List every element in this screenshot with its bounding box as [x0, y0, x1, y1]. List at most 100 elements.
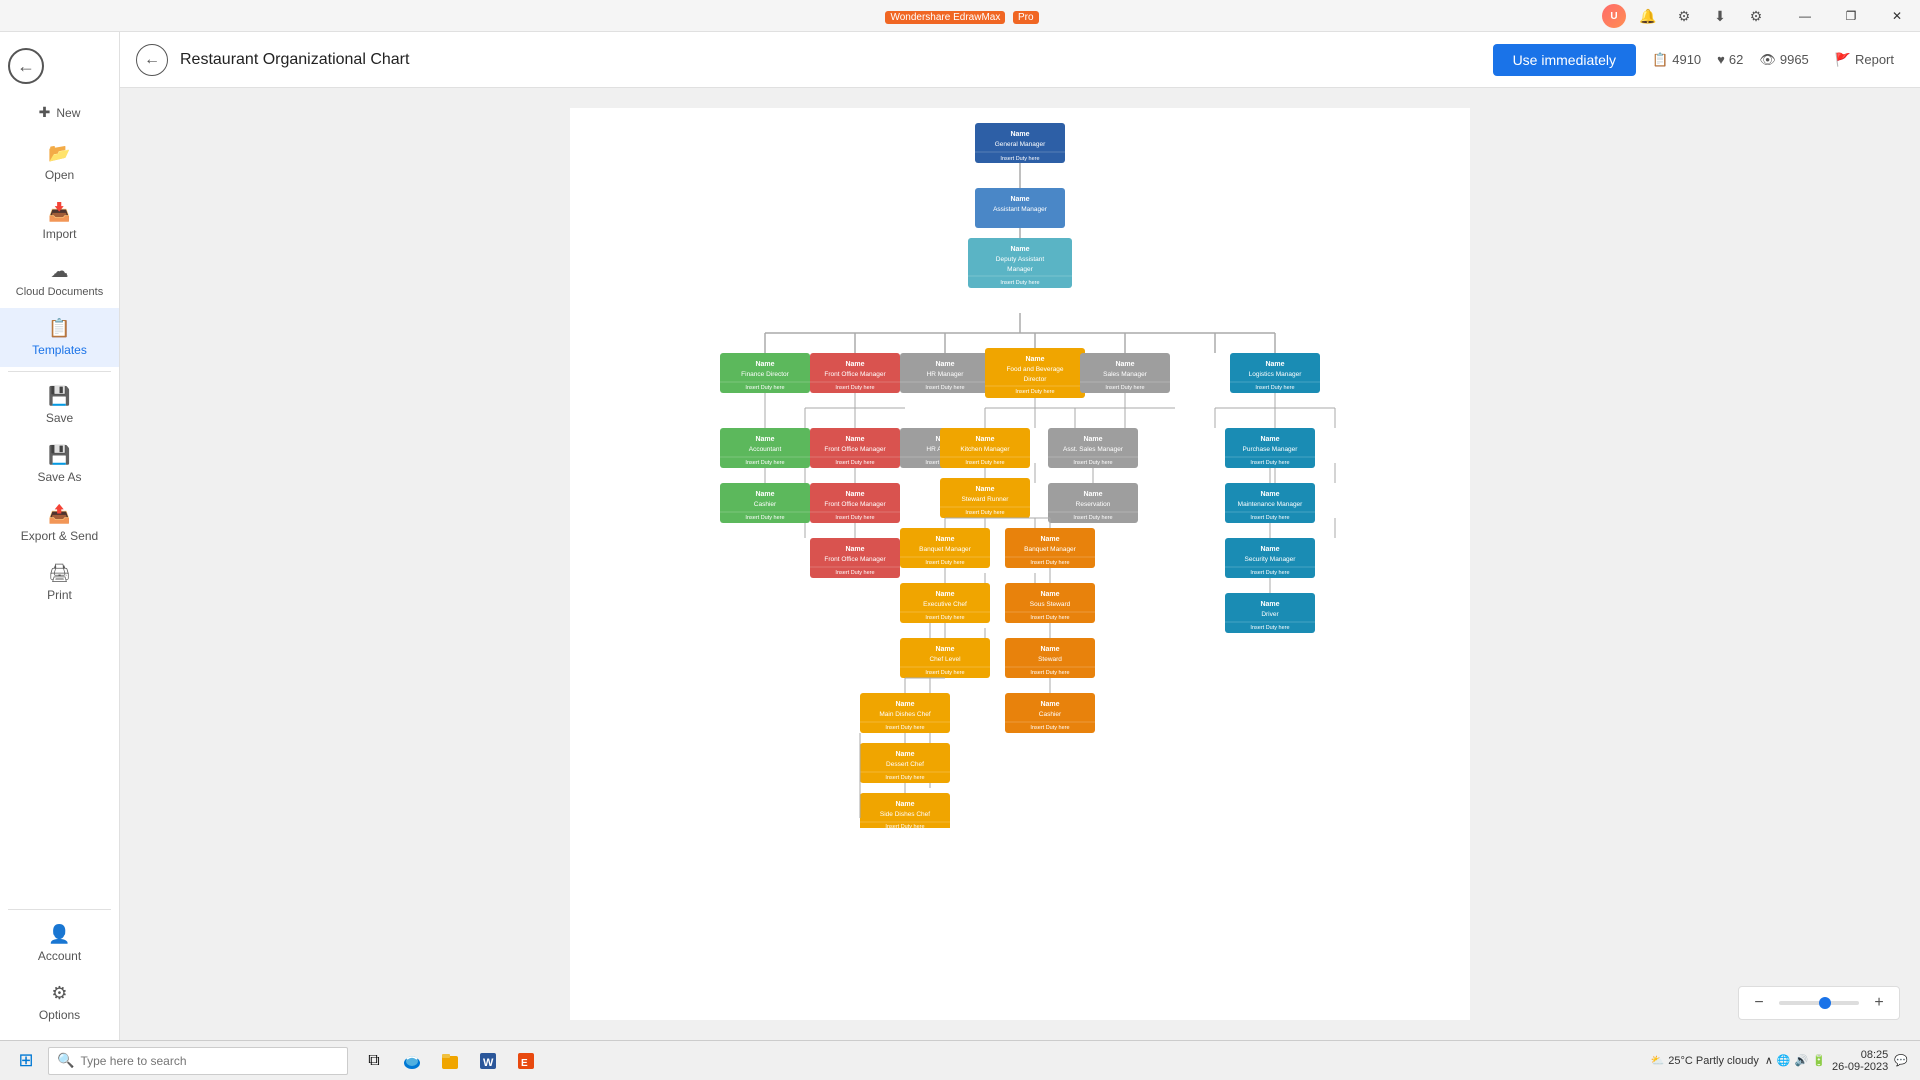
weather-icon: ⛅ [1651, 1054, 1665, 1067]
diagram-title: Restaurant Organizational Chart [180, 51, 1481, 69]
word-button[interactable]: W [470, 1043, 506, 1079]
sidebar-divider-2 [8, 909, 111, 910]
settings2-icon[interactable]: ⚙ [1742, 2, 1770, 30]
svg-text:Reservation: Reservation [1076, 501, 1111, 508]
topbar-back-button[interactable]: ← [136, 44, 168, 76]
svg-text:Deputy Assistant: Deputy Assistant [996, 256, 1045, 263]
zoom-out-button[interactable]: − [1747, 991, 1771, 1015]
svg-text:Insert Duty here: Insert Duty here [1000, 280, 1039, 286]
svg-text:Dessert Chef: Dessert Chef [886, 761, 924, 768]
svg-text:Name: Name [975, 436, 994, 443]
svg-text:Insert Duty here: Insert Duty here [1250, 625, 1289, 631]
svg-text:Name: Name [1010, 131, 1029, 138]
svg-text:Insert Duty here: Insert Duty here [1030, 670, 1069, 676]
svg-text:Front Office Manager: Front Office Manager [824, 446, 886, 453]
export-icon: 📤 [48, 504, 70, 525]
svg-text:Insert Duty here: Insert Duty here [925, 560, 964, 566]
weather-info: ⛅ 25°C Partly cloudy [1651, 1054, 1759, 1067]
svg-text:Logistics Manager: Logistics Manager [1249, 371, 1303, 378]
svg-text:General Manager: General Manager [995, 141, 1046, 148]
templates-icon: 📋 [48, 318, 70, 339]
svg-text:Front Office Manager: Front Office Manager [824, 371, 886, 378]
back-arrow-icon: ← [144, 51, 160, 69]
sidebar: ← ✚ New 📂 Open 📥 Import ☁ Cloud Document… [0, 32, 120, 1040]
svg-text:Cashier: Cashier [754, 501, 777, 508]
topbar: ← Restaurant Organizational Chart Use im… [120, 32, 1920, 88]
taskbar-search-box[interactable]: 🔍 [48, 1047, 348, 1075]
notifications-icon[interactable]: 💬 [1894, 1054, 1908, 1067]
svg-text:Insert Duty here: Insert Duty here [1250, 570, 1289, 576]
clock-time: 08:25 [1832, 1049, 1888, 1061]
sidebar-item-open[interactable]: 📂 Open [0, 133, 119, 192]
titlebar-icons: U 🔔 ⚙ ⬇ ⚙ [1602, 0, 1780, 32]
back-button-sidebar[interactable]: ← [0, 40, 52, 92]
explorer-button[interactable] [432, 1043, 468, 1079]
up-arrow-icon[interactable]: ∧ [1765, 1054, 1773, 1067]
zoom-slider[interactable] [1779, 1001, 1859, 1005]
network-icon[interactable]: 🌐 [1777, 1054, 1791, 1067]
taskview-button[interactable]: ⧉ [356, 1043, 392, 1079]
saveas-icon: 💾 [48, 445, 70, 466]
svg-text:Name: Name [1010, 196, 1029, 203]
start-button[interactable]: ⊞ [8, 1043, 44, 1079]
svg-text:Cashier: Cashier [1039, 711, 1062, 718]
diagram-canvas[interactable]: Name General Manager Insert Duty here Na… [570, 108, 1470, 1020]
download-icon[interactable]: ⬇ [1706, 2, 1734, 30]
use-immediately-button[interactable]: Use immediately [1493, 44, 1636, 76]
search-icon: 🔍 [57, 1052, 74, 1069]
svg-text:Insert Duty here: Insert Duty here [1015, 389, 1054, 395]
sidebar-item-cloud[interactable]: ☁ Cloud Documents [0, 251, 119, 308]
minimize-button[interactable]: — [1782, 0, 1828, 32]
settings-icon[interactable]: ⚙ [1670, 2, 1698, 30]
svg-text:Driver: Driver [1261, 611, 1279, 618]
zoom-in-button[interactable]: + [1867, 991, 1891, 1015]
svg-text:Banquet Manager: Banquet Manager [919, 546, 972, 553]
account-icon: 👤 [48, 924, 70, 945]
search-input[interactable] [80, 1054, 339, 1068]
svg-text:Insert Duty here: Insert Duty here [925, 615, 964, 621]
svg-text:Name: Name [1083, 436, 1102, 443]
sidebar-item-print[interactable]: 🖨 Print [0, 553, 119, 612]
sidebar-item-options[interactable]: ⚙ Options [0, 973, 119, 1032]
sidebar-item-templates[interactable]: 📋 Templates [0, 308, 119, 367]
pro-badge: Pro [1013, 11, 1039, 24]
svg-text:Name: Name [755, 491, 774, 498]
sidebar-item-save[interactable]: 💾 Save [0, 376, 119, 435]
close-button[interactable]: ✕ [1874, 0, 1920, 32]
battery-icon[interactable]: 🔋 [1812, 1054, 1826, 1067]
svg-text:Name: Name [755, 361, 774, 368]
window-controls[interactable]: — ❐ ✕ [1782, 0, 1920, 32]
report-button[interactable]: 🚩 Report [1825, 46, 1904, 74]
notification-icon[interactable]: 🔔 [1634, 2, 1662, 30]
app-title: Wondershare EdrawMax Pro [881, 8, 1038, 23]
restore-button[interactable]: ❐ [1828, 0, 1874, 32]
svg-text:Food and Beverage: Food and Beverage [1006, 366, 1063, 373]
edge-button[interactable] [394, 1043, 430, 1079]
svg-text:Name: Name [1260, 601, 1279, 608]
svg-text:Name: Name [935, 591, 954, 598]
sidebar-divider-1 [8, 371, 111, 372]
volume-icon[interactable]: 🔊 [1795, 1054, 1809, 1067]
edraw-icon: E [516, 1051, 536, 1071]
sidebar-item-import[interactable]: 📥 Import [0, 192, 119, 251]
svg-text:Name: Name [1115, 361, 1134, 368]
sidebar-new-label: New [56, 106, 80, 120]
sidebar-item-export[interactable]: 📤 Export & Send [0, 494, 119, 553]
svg-text:Insert Duty here: Insert Duty here [1250, 515, 1289, 521]
svg-text:Name: Name [935, 361, 954, 368]
svg-text:Insert Duty here: Insert Duty here [1255, 385, 1294, 391]
svg-text:Manager: Manager [1007, 266, 1033, 273]
sidebar-item-new[interactable]: ✚ New [0, 92, 119, 133]
back-circle-icon[interactable]: ← [8, 48, 44, 84]
edraw-taskbar-button[interactable]: E [508, 1043, 544, 1079]
zoom-slider-thumb[interactable] [1819, 997, 1831, 1009]
titlebar: Wondershare EdrawMax Pro U 🔔 ⚙ ⬇ ⚙ — ❐ ✕ [0, 0, 1920, 32]
user-avatar[interactable]: U [1602, 4, 1626, 28]
svg-text:Name: Name [975, 486, 994, 493]
svg-text:Insert Duty here: Insert Duty here [1030, 560, 1069, 566]
svg-text:Name: Name [895, 701, 914, 708]
sidebar-item-account[interactable]: 👤 Account [0, 914, 119, 973]
sidebar-item-saveas[interactable]: 💾 Save As [0, 435, 119, 494]
svg-text:Name: Name [1025, 356, 1044, 363]
sidebar-bottom: 👤 Account ⚙ Options [0, 905, 119, 1032]
